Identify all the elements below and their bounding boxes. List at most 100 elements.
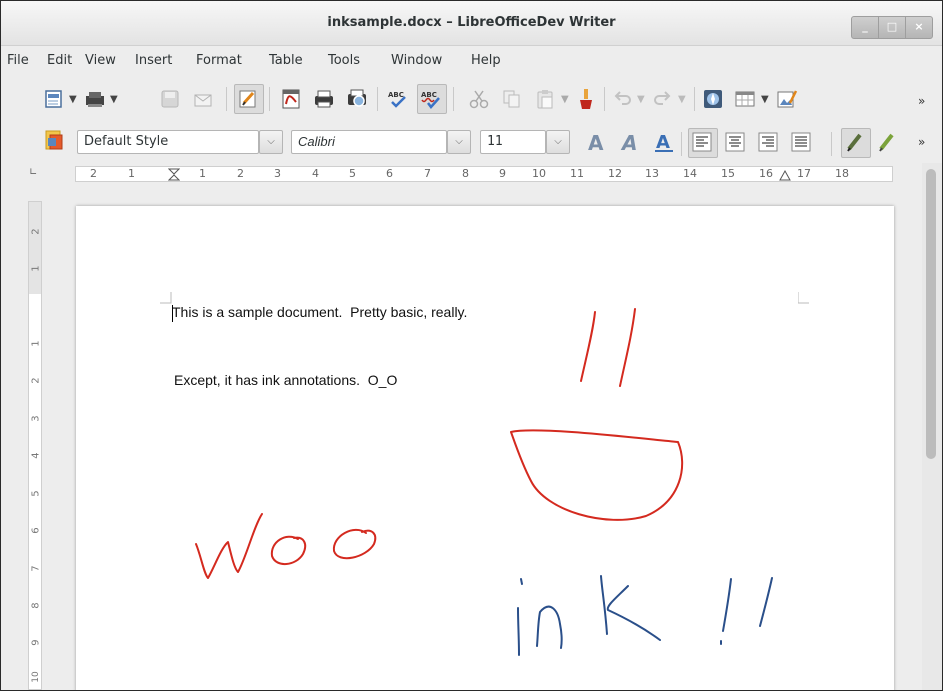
print-icon[interactable] xyxy=(313,88,335,110)
ink-red-stroke xyxy=(580,311,596,382)
copy-icon[interactable] xyxy=(501,88,523,110)
new-document-icon[interactable] xyxy=(43,88,65,110)
window-title: inksample.docx – LibreOfficeDev Writer xyxy=(327,15,616,30)
paragraph-style-value: Default Style xyxy=(84,134,169,149)
formatting-overflow-chevron[interactable]: » xyxy=(918,135,925,149)
ruler-label: 14 xyxy=(683,167,697,180)
new-dropdown-arrow[interactable]: ▼ xyxy=(69,94,77,105)
svg-text:A: A xyxy=(620,131,637,153)
ink-red-o2 xyxy=(332,528,377,560)
undo-dropdown-arrow[interactable]: ▼ xyxy=(637,94,645,105)
highlight-icon[interactable] xyxy=(844,131,866,153)
scrollbar-thumb[interactable] xyxy=(926,169,936,459)
toolbar-separator xyxy=(453,87,454,111)
align-center-icon[interactable] xyxy=(724,131,746,153)
ruler-label: 9 xyxy=(499,167,506,180)
toolbar-overflow-chevron[interactable]: » xyxy=(918,94,925,108)
ruler-label: 3 xyxy=(274,167,281,180)
menu-edit[interactable]: Edit xyxy=(47,53,72,68)
ruler-label: 15 xyxy=(721,167,735,180)
clone-formatting-icon[interactable] xyxy=(575,88,597,110)
align-right-icon[interactable] xyxy=(757,131,779,153)
char-highlight-icon[interactable] xyxy=(876,131,898,153)
ruler-label: 4 xyxy=(30,452,42,459)
table-dropdown-arrow[interactable]: ▼ xyxy=(761,94,769,105)
table-icon[interactable] xyxy=(734,88,756,110)
menu-file[interactable]: File xyxy=(7,53,29,68)
print-preview-icon[interactable] xyxy=(346,88,368,110)
paste-dropdown-arrow[interactable]: ▼ xyxy=(561,94,569,105)
vertical-scrollbar[interactable] xyxy=(922,163,942,690)
ruler-label: 16 xyxy=(759,167,773,180)
menu-view[interactable]: View xyxy=(85,53,116,68)
right-indent-marker-icon[interactable] xyxy=(779,168,791,181)
svg-text:ABC: ABC xyxy=(421,91,437,99)
ruler-label: 1 xyxy=(30,265,42,272)
font-size-combo[interactable]: 11 xyxy=(480,130,546,154)
horizontal-ruler[interactable]: 2 1 1 2 3 4 5 6 7 8 9 10 11 12 13 14 15 … xyxy=(75,166,893,182)
ruler-label: 2 xyxy=(30,228,42,235)
save-icon[interactable] xyxy=(159,88,181,110)
edit-mode-icon[interactable] xyxy=(237,88,259,110)
svg-text:A: A xyxy=(588,131,604,153)
paste-icon[interactable] xyxy=(534,88,556,110)
ink-blue-n xyxy=(536,605,563,649)
menu-tools[interactable]: Tools xyxy=(328,53,360,68)
vertical-ruler[interactable]: 2 1 1 2 3 4 5 6 7 8 9 10 xyxy=(28,201,42,690)
toolbar-separator xyxy=(694,87,695,111)
ruler-label: 5 xyxy=(30,490,42,497)
ink-blue-excl2 xyxy=(759,577,773,627)
font-italic-icon[interactable]: A xyxy=(619,131,641,153)
styles-icon[interactable] xyxy=(43,129,65,151)
ruler-label: 6 xyxy=(30,527,42,534)
paragraph-style-dropdown[interactable]: ⌵ xyxy=(259,130,283,154)
font-name-combo[interactable]: Calibri xyxy=(291,130,447,154)
redo-dropdown-arrow[interactable]: ▼ xyxy=(678,94,686,105)
justify-icon[interactable] xyxy=(790,131,812,153)
spellcheck-icon[interactable]: ABC xyxy=(387,88,409,110)
ruler-label: 2 xyxy=(237,167,244,180)
menu-insert[interactable]: Insert xyxy=(135,53,172,68)
maximize-button[interactable]: □ xyxy=(878,16,906,39)
menu-format[interactable]: Format xyxy=(196,53,242,68)
ink-red-woo xyxy=(195,513,263,579)
font-size-dropdown[interactable]: ⌵ xyxy=(546,130,570,154)
ruler-label: 13 xyxy=(645,167,659,180)
image-icon[interactable] xyxy=(776,88,798,110)
minimize-button[interactable]: _ xyxy=(851,16,879,39)
font-grow-icon[interactable]: A xyxy=(585,131,607,153)
ink-blue-k xyxy=(600,575,608,635)
menu-help[interactable]: Help xyxy=(471,53,501,68)
font-name-dropdown[interactable]: ⌵ xyxy=(447,130,471,154)
ruler-label: 4 xyxy=(312,167,319,180)
menu-window[interactable]: Window xyxy=(391,53,442,68)
close-button[interactable]: × xyxy=(905,16,933,39)
writer-window: inksample.docx – LibreOfficeDev Writer _… xyxy=(0,0,943,691)
email-icon[interactable] xyxy=(192,88,214,110)
undo-icon[interactable] xyxy=(611,88,633,110)
cut-icon[interactable] xyxy=(468,88,490,110)
align-left-icon[interactable] xyxy=(691,131,713,153)
navigator-icon[interactable] xyxy=(702,88,724,110)
ruler-label: 17 xyxy=(797,167,811,180)
tab-stop-selector[interactable]: ∟ xyxy=(29,167,37,178)
menu-table[interactable]: Table xyxy=(269,53,303,68)
export-pdf-icon[interactable] xyxy=(280,88,302,110)
autospellcheck-icon[interactable]: ABC xyxy=(420,88,442,110)
ruler-label: 7 xyxy=(424,167,431,180)
document-page[interactable]: This is a sample document. Pretty basic,… xyxy=(76,206,894,690)
font-size-value: 11 xyxy=(487,134,503,149)
vertical-ruler-margin xyxy=(29,202,41,294)
ruler-label: 9 xyxy=(30,639,42,646)
paragraph-style-combo[interactable]: Default Style xyxy=(77,130,259,154)
left-indent-marker-icon[interactable] xyxy=(168,168,180,181)
redo-icon[interactable] xyxy=(652,88,674,110)
ruler-label: 3 xyxy=(30,415,42,422)
ink-red-o1 xyxy=(270,535,307,565)
templates-dropdown-arrow[interactable]: ▼ xyxy=(110,94,118,105)
ink-blue-k-arm xyxy=(606,585,661,641)
font-underline-icon[interactable]: A xyxy=(653,131,675,153)
svg-text:A: A xyxy=(656,132,670,153)
toolbar-separator xyxy=(604,87,605,111)
templates-icon[interactable] xyxy=(84,88,106,110)
